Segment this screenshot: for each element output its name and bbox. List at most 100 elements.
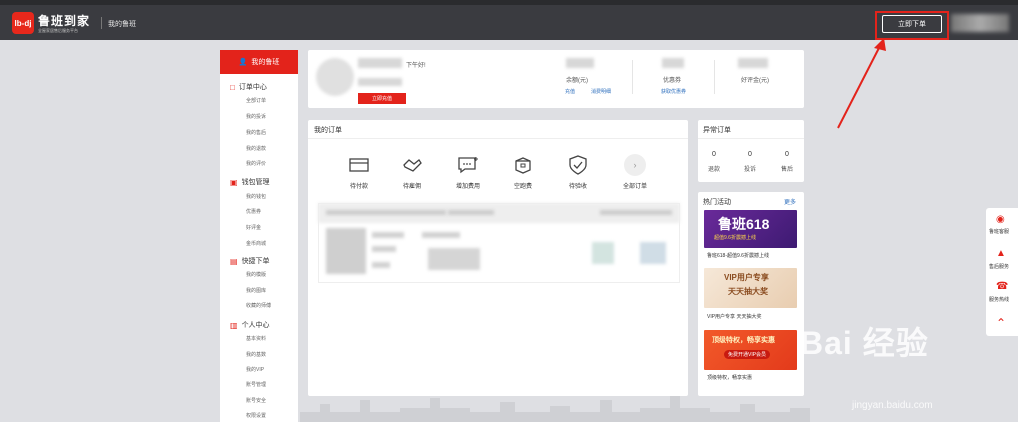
banner-headline: 顶级特权，畅享实惠 — [712, 337, 775, 344]
divider — [714, 60, 715, 94]
sidebar-item-base[interactable]: 我的基数 — [246, 351, 266, 358]
sidebar-group-label: 快捷下单 — [241, 258, 270, 265]
goodreview-value-blurred — [738, 58, 768, 68]
chevron-right-icon[interactable]: › — [624, 154, 646, 176]
back-to-top-icon[interactable]: ⌃ — [996, 316, 1006, 330]
add-fee-icon[interactable] — [457, 154, 479, 176]
status-all-orders[interactable]: 全部订单 — [613, 181, 657, 190]
refund-count[interactable]: 0 — [699, 151, 729, 158]
sidebar-item-fav-masters[interactable]: 收藏的师傅 — [246, 302, 271, 309]
goodreview-label: 好评金(元) — [741, 78, 769, 84]
after-sales-label: 售后 — [780, 167, 793, 173]
banner-sub: 免费开通VIP会员 — [724, 350, 771, 359]
recharge-now-button[interactable]: 立即充值 — [358, 93, 406, 104]
sidebar-item-security[interactable]: 账号安全 — [246, 397, 266, 404]
blurred-text — [428, 248, 480, 270]
profile-avatar[interactable] — [316, 58, 354, 96]
headset-icon[interactable]: ◉ — [996, 214, 1005, 225]
balance-value-blurred — [566, 58, 594, 68]
service-label[interactable]: 鲁班客服 — [989, 228, 1018, 235]
coupon-value-blurred — [662, 58, 684, 68]
status-add-fee[interactable]: 增加费用 — [446, 181, 490, 190]
sidebar-item-templates[interactable]: 我的模版 — [246, 271, 266, 278]
banner-headline: 鲁班618 — [718, 216, 770, 232]
sidebar-item-profile[interactable]: 基本资料 — [246, 335, 266, 342]
coupon-label: 优惠券 — [663, 78, 682, 84]
after-sales-service-label[interactable]: 售后服务 — [989, 263, 1018, 270]
handshake-icon[interactable] — [401, 154, 423, 176]
sidebar-item-refunds[interactable]: 我的退款 — [246, 145, 266, 152]
megaphone-icon[interactable]: ▲ — [996, 248, 1006, 259]
sidebar-item-good-review[interactable]: 好评金 — [246, 224, 261, 231]
sidebar-group-orders[interactable]: □ 订单中心 — [230, 82, 267, 92]
person-icon: ▥ — [230, 320, 238, 330]
baidu-watermark: Bai 经验 — [800, 325, 929, 361]
status-pending-acceptance[interactable]: 待验收 — [556, 181, 600, 190]
blurred-text — [448, 210, 494, 215]
sidebar-group-label: 订单中心 — [238, 84, 267, 91]
banner-618[interactable]: 鲁班618 超值9.6折震撼上线 — [704, 210, 797, 248]
sidebar-group-personal[interactable]: ▥ 个人中心 — [230, 320, 270, 330]
phone-icon[interactable]: ☎ — [996, 281, 1008, 292]
clipboard-icon: □ — [230, 82, 235, 92]
divider — [632, 60, 633, 94]
sidebar-item-complaints[interactable]: 我的投诉 — [246, 113, 266, 120]
sidebar-item-coupons[interactable]: 优惠券 — [246, 208, 261, 215]
sidebar-group-label: 个人中心 — [241, 322, 270, 329]
banner-privilege[interactable]: 顶级特权，畅享实惠 免费开通VIP会员 — [704, 330, 797, 370]
blurred-text — [372, 232, 404, 238]
complaint-count[interactable]: 0 — [735, 151, 765, 158]
sidebar-item-my-wallet[interactable]: 我的钱包 — [246, 193, 266, 200]
my-orders-title: 我的订单 — [314, 127, 342, 134]
balance-label: 余额(元) — [566, 78, 588, 84]
sidebar-item-account[interactable]: 账号管理 — [246, 381, 266, 388]
divider — [308, 138, 688, 139]
sidebar-item-after-sales[interactable]: 我的售后 — [246, 129, 266, 136]
order-thumbnail[interactable] — [326, 228, 366, 274]
shield-check-icon[interactable] — [567, 154, 589, 176]
recharge-link[interactable]: 充值 — [565, 88, 575, 95]
banner-caption[interactable]: VIP用户专享 天天抽大奖 — [707, 313, 761, 320]
banner-sub: 天天抽大奖 — [728, 287, 768, 296]
blurred-text — [372, 246, 396, 252]
blurred-image — [640, 242, 666, 264]
sidebar-item-all-orders[interactable]: 全部订单 — [246, 97, 266, 104]
payment-card-icon[interactable] — [348, 154, 370, 176]
sidebar-item-permissions[interactable]: 权限设置 — [246, 412, 266, 419]
box-icon[interactable] — [512, 154, 534, 176]
wallet-icon: ▣ — [230, 177, 238, 187]
blurred-text — [600, 210, 672, 215]
sidebar-group-wallet[interactable]: ▣ 钱包管理 — [230, 177, 270, 187]
quick-order-icon: ▤ — [230, 256, 238, 266]
sidebar-item-vip[interactable]: 我的VIP — [246, 366, 264, 373]
blurred-text — [422, 232, 460, 238]
status-empty-run-fee[interactable]: 空跑费 — [501, 181, 545, 190]
consume-detail-link[interactable]: 消费明细 — [591, 88, 611, 95]
hotline-label[interactable]: 服务热线 — [989, 296, 1018, 303]
banner-vip[interactable]: VIP用户专享 天天抽大奖 — [704, 268, 797, 308]
sidebar-group-quick-order[interactable]: ▤ 快捷下单 — [230, 256, 270, 266]
sidebar-item-reviews[interactable]: 我的评价 — [246, 160, 266, 167]
abnormal-orders-title: 异常订单 — [703, 127, 731, 134]
banner-caption[interactable]: 鲁班618-超值9.6折震撼上线 — [707, 252, 769, 259]
banner-caption[interactable]: 顶级特权，畅享实惠 — [707, 374, 752, 381]
after-sales-count[interactable]: 0 — [772, 151, 802, 158]
blurred-image — [592, 242, 614, 264]
status-pending-hire[interactable]: 待雇佣 — [390, 181, 434, 190]
user-icon: 👤 — [238, 59, 248, 66]
status-pending-payment[interactable]: 待付款 — [337, 181, 381, 190]
blurred-text — [372, 262, 390, 268]
refund-label: 退款 — [707, 167, 720, 173]
greeting-text: 下午好! — [406, 63, 426, 69]
sidebar-group-label: 钱包管理 — [241, 179, 270, 186]
profile-name-blurred — [358, 58, 402, 68]
sidebar-item-gallery[interactable]: 我的图库 — [246, 287, 266, 294]
banner-headline: VIP用户专享 — [724, 273, 769, 282]
sidebar-item-my-luban[interactable]: 👤 我的鲁班 — [220, 50, 298, 74]
get-coupon-link[interactable]: 获取优惠券 — [661, 88, 686, 95]
sidebar-item-coin-mall[interactable]: 金币商城 — [246, 240, 266, 247]
profile-phone-blurred — [358, 78, 402, 86]
city-silhouette — [300, 396, 810, 422]
baidu-watermark-url: jingyan.baidu.com — [852, 400, 933, 411]
more-link[interactable]: 更多 — [784, 197, 796, 206]
